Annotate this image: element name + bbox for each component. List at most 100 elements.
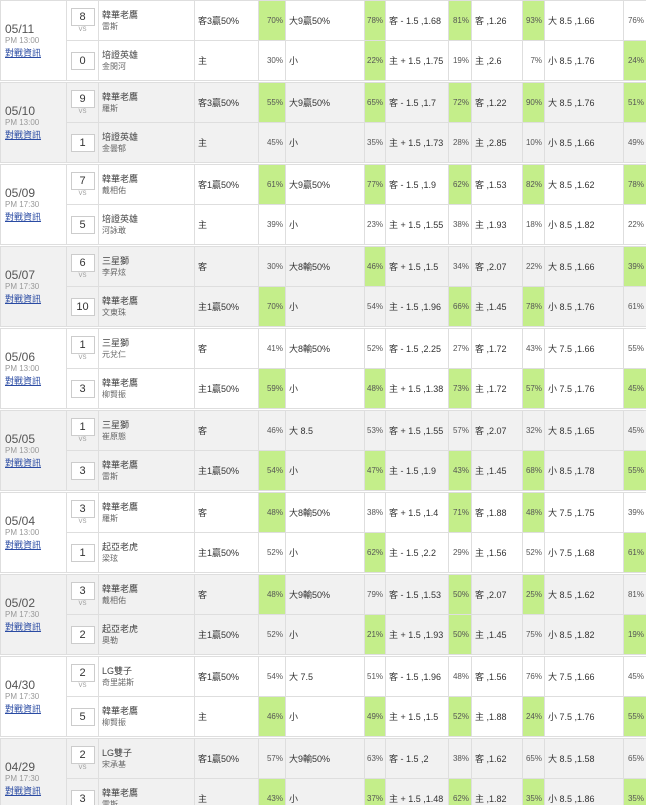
away-team-name[interactable]: LG雙子 bbox=[102, 748, 191, 759]
away-total: 大 7.5 ,1.75 bbox=[544, 492, 624, 533]
away-score: 3 bbox=[70, 499, 95, 518]
away-total: 大 8.5 ,1.76 bbox=[544, 82, 624, 123]
home-team-name[interactable]: 培證英雄 bbox=[102, 50, 191, 61]
away-total-pct: 39% bbox=[623, 246, 646, 287]
home-team-name[interactable]: 起亞老虎 bbox=[102, 542, 191, 553]
game-time: PM 17:30 bbox=[5, 281, 40, 291]
home-team-name[interactable]: 韓華老鷹 bbox=[102, 460, 191, 471]
home-moneyline: 主 ,2.6 bbox=[471, 40, 523, 81]
home-moneyline: 主 ,1.93 bbox=[471, 204, 523, 245]
game-date-cell: 05/06 PM 13:00 對戰資訊 bbox=[0, 328, 67, 409]
away-score-cell: 7 VS bbox=[66, 164, 99, 205]
away-total-pct: 39% bbox=[623, 492, 646, 533]
game-date: 05/07 bbox=[5, 267, 36, 282]
away-team-name[interactable]: LG雙子 bbox=[102, 666, 191, 677]
home-score-cell: 5 bbox=[66, 204, 99, 245]
matchup-info-link[interactable]: 對戰資訊 bbox=[5, 47, 63, 59]
game-time: PM 13:00 bbox=[5, 35, 40, 45]
home-moneyline: 主 ,1.45 bbox=[471, 286, 523, 327]
away-moneyline: 客 ,1.72 bbox=[471, 328, 523, 369]
home-over-under: 小 bbox=[285, 450, 365, 491]
game-date-cell: 05/02 PM 17:30 對戰資訊 bbox=[0, 574, 67, 655]
matchup-info-link[interactable]: 對戰資訊 bbox=[5, 375, 63, 387]
game-row: 05/07 PM 17:30 對戰資訊 6 VS 三星獅 李昇炫 客 30% 大8輸50… bbox=[0, 246, 646, 327]
home-over-under-pct: 21% bbox=[364, 614, 386, 655]
away-pitcher: 宋承基 bbox=[102, 759, 126, 769]
home-team-name[interactable]: 起亞老虎 bbox=[102, 624, 191, 635]
away-moneyline-pct: 90% bbox=[522, 82, 545, 123]
matchup-info-link[interactable]: 對戰資訊 bbox=[5, 703, 63, 715]
home-moneyline: 主 ,1.82 bbox=[471, 778, 523, 805]
away-run-line-pct: 27% bbox=[448, 328, 472, 369]
away-moneyline-pct: 76% bbox=[522, 656, 545, 697]
home-moneyline-pct: 68% bbox=[522, 450, 545, 491]
matchup-info-link[interactable]: 對戰資訊 bbox=[5, 457, 63, 469]
game-date: 04/30 bbox=[5, 677, 36, 692]
game-date-cell: 04/29 PM 17:30 對戰資訊 bbox=[0, 738, 67, 805]
home-moneyline: 主 ,1.56 bbox=[471, 532, 523, 573]
away-handicap: 客 bbox=[194, 492, 259, 533]
away-team-name[interactable]: 三星獅 bbox=[102, 420, 191, 431]
home-over-under: 小 bbox=[285, 532, 365, 573]
matchup-info-link[interactable]: 對戰資訊 bbox=[5, 211, 63, 223]
away-run-line: 客 - 1.5 ,1.9 bbox=[385, 164, 449, 205]
game-date-cell: 05/10 PM 13:00 對戰資訊 bbox=[0, 82, 67, 163]
away-pitcher: 元兌仁 bbox=[102, 349, 126, 359]
away-team-name[interactable]: 韓華老鷹 bbox=[102, 10, 191, 21]
away-over-under-pct: 46% bbox=[364, 246, 386, 287]
away-handicap: 客 bbox=[194, 246, 259, 287]
home-moneyline: 主 ,2.85 bbox=[471, 122, 523, 163]
away-team-name[interactable]: 韓華老鷹 bbox=[102, 502, 191, 513]
away-team-name[interactable]: 韓華老鷹 bbox=[102, 92, 191, 103]
home-score: 1 bbox=[70, 543, 95, 562]
home-handicap-pct: 54% bbox=[258, 450, 286, 491]
home-total: 小 7.5 ,1.68 bbox=[544, 532, 624, 573]
home-over-under-pct: 23% bbox=[364, 204, 386, 245]
away-score: 1 bbox=[70, 417, 95, 436]
away-score: 3 bbox=[70, 581, 95, 600]
home-team-name[interactable]: 韓華老鷹 bbox=[102, 378, 191, 389]
away-team-cell: 三星獅 李昇炫 bbox=[98, 246, 195, 287]
game-date: 05/02 bbox=[5, 595, 36, 610]
matchup-info-link[interactable]: 對戰資訊 bbox=[5, 539, 63, 551]
vs-label: VS bbox=[78, 600, 87, 607]
away-run-line: 客 - 1.5 ,2 bbox=[385, 738, 449, 779]
home-handicap: 主1贏50% bbox=[194, 286, 259, 327]
home-run-line-pct: 38% bbox=[448, 204, 472, 245]
home-run-line-pct: 52% bbox=[448, 696, 472, 737]
away-team-name[interactable]: 三星獅 bbox=[102, 256, 191, 267]
away-run-line-pct: 34% bbox=[448, 246, 472, 287]
away-score: 6 bbox=[70, 253, 95, 272]
home-handicap: 主 bbox=[194, 778, 259, 805]
away-total-pct: 81% bbox=[623, 574, 646, 615]
game-row: 05/06 PM 13:00 對戰資訊 1 VS 三星獅 元兌仁 客 41% 大8輸50… bbox=[0, 328, 646, 409]
matchup-info-link[interactable]: 對戰資訊 bbox=[5, 785, 63, 797]
home-team-name[interactable]: 韓華老鷹 bbox=[102, 706, 191, 717]
home-team-name[interactable]: 韓華老鷹 bbox=[102, 788, 191, 799]
away-over-under: 大9贏50% bbox=[285, 82, 365, 123]
matchup-info-link[interactable]: 對戰資訊 bbox=[5, 621, 63, 633]
away-total-pct: 45% bbox=[623, 656, 646, 697]
away-team-name[interactable]: 韓華老鷹 bbox=[102, 174, 191, 185]
away-over-under: 大9贏50% bbox=[285, 0, 365, 41]
home-moneyline-pct: 35% bbox=[522, 778, 545, 805]
away-run-line-pct: 72% bbox=[448, 82, 472, 123]
home-over-under: 小 bbox=[285, 696, 365, 737]
away-moneyline-pct: 25% bbox=[522, 574, 545, 615]
home-run-line-pct: 50% bbox=[448, 614, 472, 655]
game-row-home: 5 韓華老鷹 柳賢振 主 46% 小 49% 主 + 1.5 ,1.5 52% 主 ,1.88… bbox=[1, 696, 646, 737]
away-team-name[interactable]: 三星獅 bbox=[102, 338, 191, 349]
home-run-line-pct: 28% bbox=[448, 122, 472, 163]
away-over-under-pct: 63% bbox=[364, 738, 386, 779]
matchup-info-link[interactable]: 對戰資訊 bbox=[5, 293, 63, 305]
home-team-name[interactable]: 韓華老鷹 bbox=[102, 296, 191, 307]
home-team-name[interactable]: 培證英雄 bbox=[102, 214, 191, 225]
away-moneyline-pct: 32% bbox=[522, 410, 545, 451]
away-score: 2 bbox=[70, 745, 95, 764]
home-team-name[interactable]: 培證英雄 bbox=[102, 132, 191, 143]
game-row-home: 3 韓華老鷹 雷斯 主1贏50% 54% 小 47% 主 - 1.5 ,1.9 43% 主 ,… bbox=[1, 450, 646, 491]
away-team-name[interactable]: 韓華老鷹 bbox=[102, 584, 191, 595]
home-run-line: 主 + 1.5 ,1.5 bbox=[385, 696, 449, 737]
matchup-info-link[interactable]: 對戰資訊 bbox=[5, 129, 63, 141]
game-row-home: 3 韓華老鷹 雷斯 主 43% 小 37% 主 + 1.5 ,1.48 62% 主 ,1.82… bbox=[1, 778, 646, 805]
